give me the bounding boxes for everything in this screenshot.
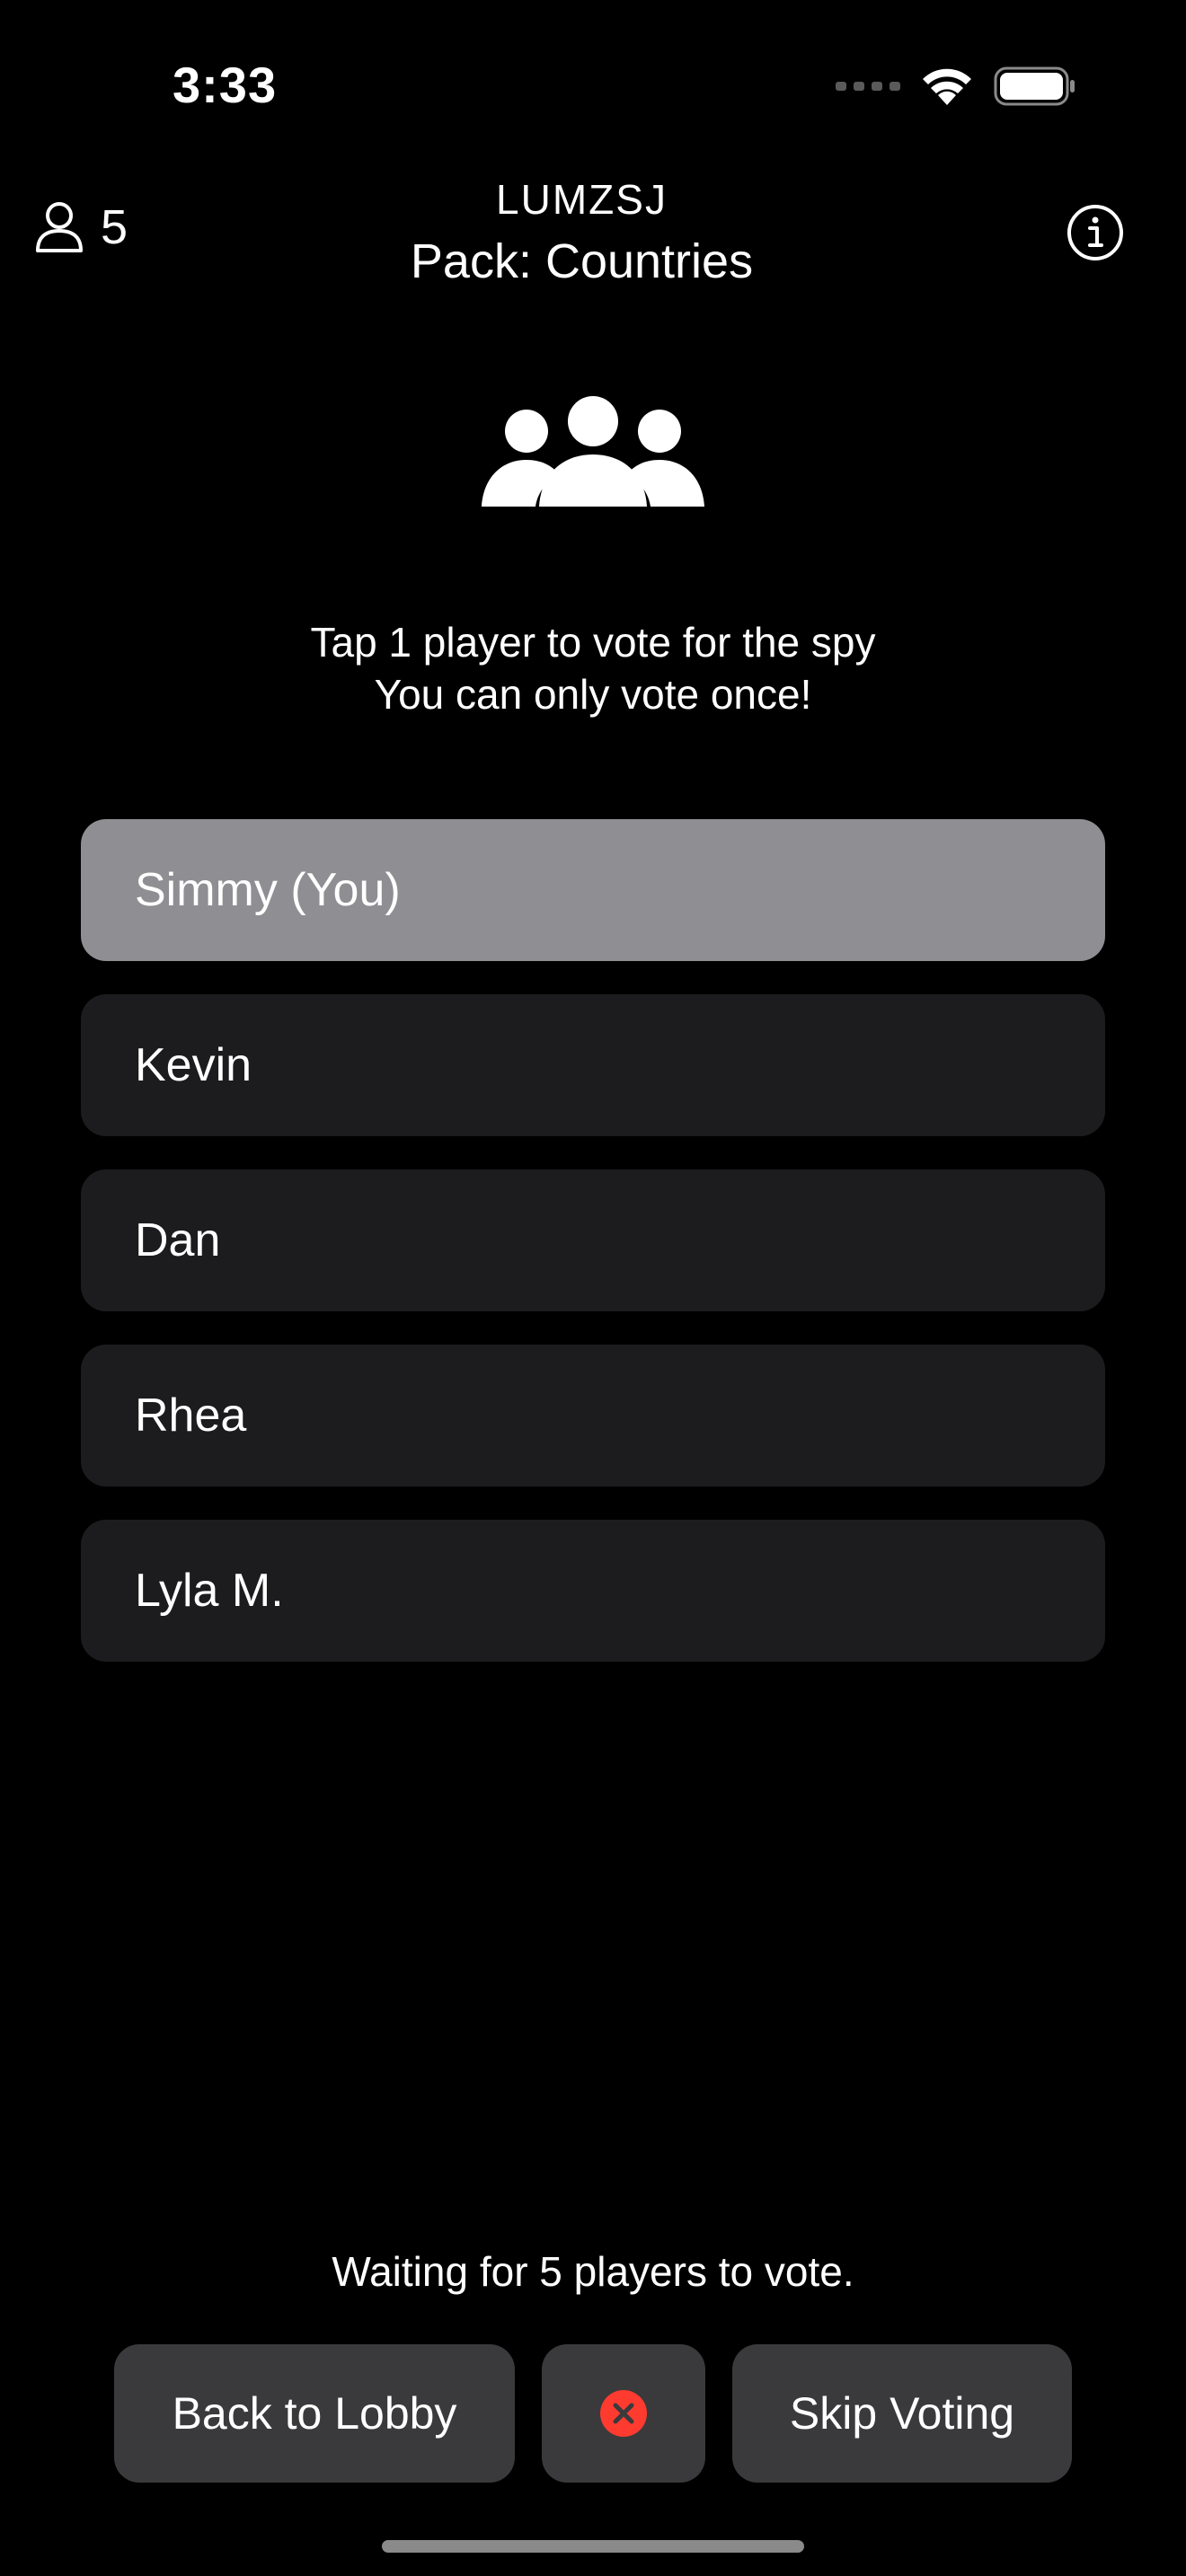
instruction-line-2: You can only vote once! xyxy=(374,671,812,718)
player-name: Simmy (You) xyxy=(135,864,401,916)
room-header: LUMZSJ Pack: Countries xyxy=(0,172,1164,296)
skip-voting-button[interactable]: Skip Voting xyxy=(732,2344,1072,2483)
player-list: Simmy (You) Kevin Dan Rhea Lyla M. xyxy=(81,819,1105,1662)
player-row-dan[interactable]: Dan xyxy=(81,1169,1105,1311)
home-indicator[interactable] xyxy=(382,2540,804,2553)
player-name: Kevin xyxy=(135,1039,252,1091)
player-row-kevin[interactable]: Kevin xyxy=(81,994,1105,1136)
player-row-rhea[interactable]: Rhea xyxy=(81,1345,1105,1486)
waiting-status: Waiting for 5 players to vote. xyxy=(332,2248,854,2295)
room-code: LUMZSJ xyxy=(496,176,668,223)
pack-name: Pack: Countries xyxy=(410,234,754,288)
battery-icon xyxy=(994,66,1075,106)
close-circle-icon xyxy=(600,2390,647,2437)
vote-instructions: Tap 1 player to vote for the spy You can… xyxy=(0,616,1186,720)
action-bar: Back to Lobby Skip Voting xyxy=(114,2344,1072,2483)
info-button[interactable] xyxy=(1066,203,1125,262)
back-to-lobby-label: Back to Lobby xyxy=(172,2388,457,2439)
player-row-lyla[interactable]: Lyla M. xyxy=(81,1520,1105,1662)
info-icon xyxy=(1067,205,1123,260)
status-icons xyxy=(836,63,1076,110)
player-name: Rhea xyxy=(135,1389,247,1442)
wifi-icon xyxy=(923,68,971,105)
group-icon xyxy=(482,395,704,519)
player-row-simmy[interactable]: Simmy (You) xyxy=(81,819,1105,961)
player-name: Dan xyxy=(135,1214,221,1266)
back-to-lobby-button[interactable]: Back to Lobby xyxy=(114,2344,515,2483)
skip-voting-label: Skip Voting xyxy=(789,2388,1015,2439)
instruction-line-1: Tap 1 player to vote for the spy xyxy=(310,619,876,666)
player-name: Lyla M. xyxy=(135,1565,284,1617)
status-time: 3:33 xyxy=(173,57,278,113)
cancel-vote-button[interactable] xyxy=(542,2344,705,2483)
cellular-signal-icon xyxy=(836,82,900,91)
